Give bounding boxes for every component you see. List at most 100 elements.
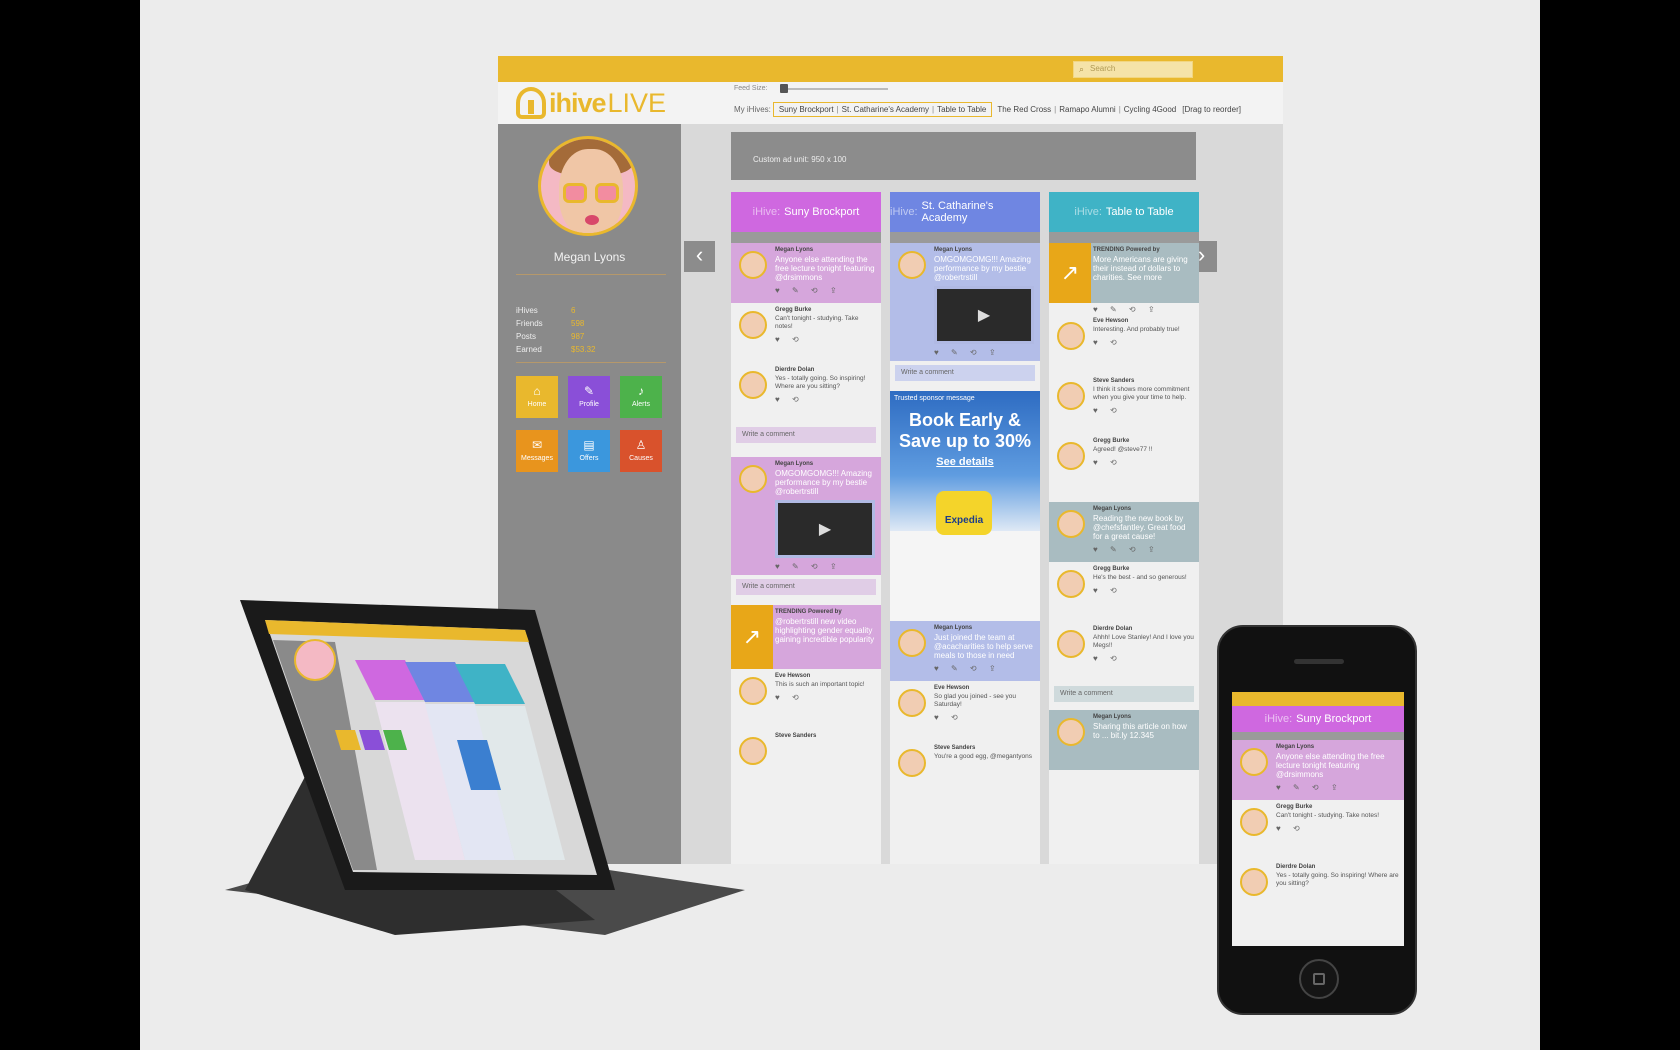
search-input[interactable]: ⌕ Search [1073, 61, 1193, 78]
avatar[interactable] [1240, 808, 1268, 836]
post-actions[interactable]: ♥ ✎ ⟲ ⇪ [1093, 545, 1195, 554]
hive-tab[interactable]: Ramapo Alumni [1056, 105, 1118, 114]
avatar[interactable] [739, 311, 767, 339]
post-author[interactable]: Megan Lyons [775, 461, 877, 467]
ad-unit[interactable]: Custom ad unit: 950 x 100 [731, 132, 1196, 180]
expedia-logo[interactable]: Expedia [936, 491, 992, 535]
messages-tile[interactable]: ✉ Messages [516, 430, 558, 472]
post-actions[interactable]: ♥ ⟲ [1093, 458, 1195, 467]
post-actions[interactable]: ♥ ✎ ⟲ ⇪ [775, 562, 877, 571]
post-author[interactable]: TRENDING Powered by [775, 609, 877, 615]
post-actions[interactable]: ♥ ⟲ [1276, 824, 1400, 833]
comment-input[interactable]: Write a comment [736, 579, 876, 595]
post-text: Yes - totally going. So inspiring! Where… [775, 375, 866, 390]
video-thumbnail[interactable]: ▶ [775, 500, 875, 558]
post-text: Anyone else attending the free lecture t… [775, 255, 875, 282]
avatar[interactable] [1240, 748, 1268, 776]
post-author[interactable]: Megan Lyons [934, 625, 1036, 631]
post: Megan Lyons Reading the new book by @che… [1049, 502, 1199, 562]
post-author[interactable]: Gregg Burke [1093, 566, 1195, 572]
post-text: More Americans are giving their instead … [1093, 255, 1188, 282]
post-author[interactable]: Megan Lyons [775, 247, 877, 253]
post-author[interactable]: Megan Lyons [934, 247, 1036, 253]
hive-tab[interactable]: The Red Cross [994, 105, 1054, 114]
avatar[interactable] [1057, 718, 1085, 746]
avatar[interactable] [1057, 510, 1085, 538]
post-author[interactable]: Megan Lyons [1093, 506, 1195, 512]
post-author[interactable]: Gregg Burke [1093, 438, 1195, 444]
avatar[interactable] [739, 465, 767, 493]
post: Gregg Burke He's the best - and so gener… [1049, 562, 1199, 622]
post-author[interactable]: Eve Hewson [775, 673, 877, 679]
hive-tab[interactable]: Cycling 4Good [1121, 105, 1179, 114]
avatar[interactable] [898, 749, 926, 777]
feed-size-slider[interactable] [780, 88, 888, 90]
offers-tile[interactable]: ▤ Offers [568, 430, 610, 472]
post-author[interactable]: Eve Hewson [934, 685, 1036, 691]
causes-tile[interactable]: ♙ Causes [620, 430, 662, 472]
feed-size-slider-handle[interactable] [780, 84, 788, 93]
bell-icon: ♪ [638, 384, 644, 398]
post-author[interactable]: Megan Lyons [1093, 714, 1195, 720]
home-button[interactable] [1299, 959, 1339, 999]
post-author[interactable]: Steve Sanders [934, 745, 1036, 751]
sponsored-ad[interactable]: Trusted sponsor message Book Early & Sav… [890, 391, 1040, 621]
prev-arrow-button[interactable]: ‹ [684, 241, 715, 272]
post-actions[interactable]: ♥ ⟲ [1093, 586, 1195, 595]
comment-input[interactable]: Write a comment [1054, 686, 1194, 702]
post: Steve Sanders I think it shows more comm… [1049, 374, 1199, 434]
post-actions[interactable]: ♥ ⟲ [1093, 654, 1195, 663]
post-author[interactable]: TRENDING Powered by [1093, 247, 1195, 253]
avatar[interactable] [1240, 868, 1268, 896]
avatar[interactable] [739, 371, 767, 399]
avatar[interactable] [1057, 442, 1085, 470]
post: Gregg Burke Agreed! @steve77 !! ♥ ⟲ [1049, 434, 1199, 494]
post-actions[interactable]: ♥ ⟲ [775, 395, 877, 404]
post-author[interactable]: Steve Sanders [1093, 378, 1195, 384]
hive-tab[interactable]: Suny Brockport [776, 105, 837, 114]
avatar[interactable] [1057, 322, 1085, 350]
post-author[interactable]: Megan Lyons [1276, 744, 1400, 750]
profile-tile[interactable]: ✎ Profile [568, 376, 610, 418]
avatar[interactable] [538, 136, 638, 236]
post-actions[interactable]: ♥ ✎ ⟲ ⇪ [934, 348, 1036, 357]
post-actions[interactable]: ♥ ✎ ⟲ ⇪ [1276, 783, 1400, 792]
column-header[interactable]: iHive: Suny Brockport [731, 192, 881, 232]
post-author[interactable]: Eve Hewson [1093, 318, 1195, 324]
home-tile[interactable]: ⌂ Home [516, 376, 558, 418]
post-actions[interactable]: ♥ ✎ ⟲ ⇪ [934, 664, 1036, 673]
post-author[interactable]: Dierdre Dolan [1093, 626, 1195, 632]
post-author[interactable]: Gregg Burke [775, 307, 877, 313]
feed-column: iHive: Suny Brockport Megan Lyons Anyone … [731, 192, 881, 864]
post-actions[interactable]: ♥ ⟲ [775, 693, 877, 702]
post-author[interactable]: Dierdre Dolan [775, 367, 877, 373]
comment-input[interactable]: Write a comment [736, 427, 876, 443]
post-author[interactable]: Dierdre Dolan [1276, 864, 1400, 870]
alerts-tile[interactable]: ♪ Alerts [620, 376, 662, 418]
avatar[interactable] [898, 251, 926, 279]
avatar[interactable] [739, 251, 767, 279]
hive-tab[interactable]: St. Catharine's Academy [839, 105, 932, 114]
video-thumbnail[interactable]: ▶ [934, 286, 1034, 344]
post-actions[interactable]: ♥ ⟲ [775, 335, 877, 344]
avatar[interactable] [1057, 630, 1085, 658]
post-actions[interactable]: ♥ ⟲ [934, 713, 1036, 722]
ad-link[interactable]: See details [894, 456, 1036, 468]
avatar[interactable] [898, 629, 926, 657]
avatar[interactable] [898, 689, 926, 717]
post-actions[interactable]: ♥ ✎ ⟲ ⇪ [1049, 303, 1199, 314]
comment-input[interactable]: Write a comment [895, 365, 1035, 381]
post-actions[interactable]: ♥ ✎ ⟲ ⇪ [775, 286, 877, 295]
logo[interactable]: ihive LIVE [516, 86, 666, 120]
column-header[interactable]: iHive: St. Catharine's Academy [890, 192, 1040, 232]
hive-tab[interactable]: Table to Table [934, 105, 989, 114]
post-actions[interactable]: ♥ ⟲ [1093, 338, 1195, 347]
post-author[interactable]: Steve Sanders [775, 733, 877, 739]
post-author[interactable]: Gregg Burke [1276, 804, 1400, 810]
avatar[interactable] [1057, 570, 1085, 598]
post-actions[interactable]: ♥ ⟲ [1093, 406, 1195, 415]
avatar[interactable] [1057, 382, 1085, 410]
hive-logo-icon [516, 87, 546, 119]
column-header[interactable]: iHive: Table to Table [1049, 192, 1199, 232]
phone-column-header[interactable]: iHive: Suny Brockport [1232, 706, 1404, 732]
